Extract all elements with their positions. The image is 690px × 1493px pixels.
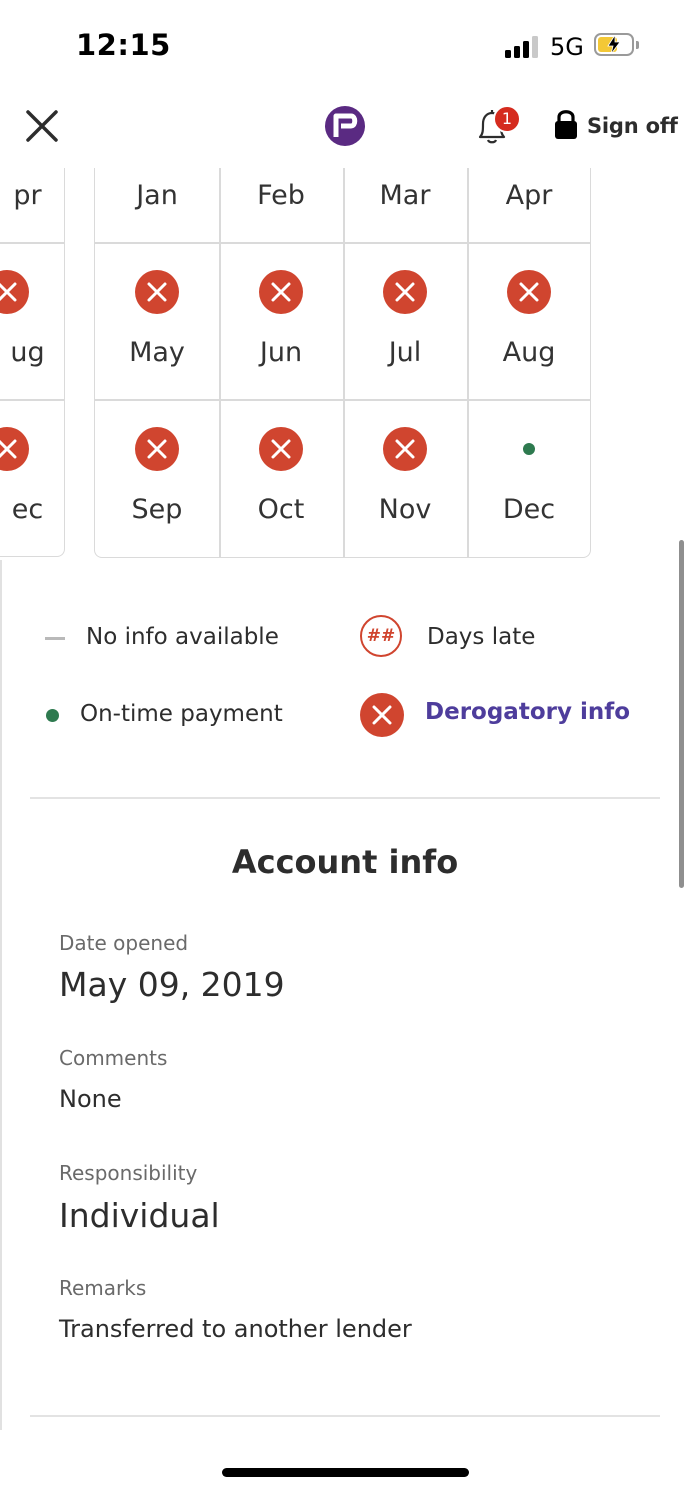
prev-cell-2: ug (0, 242, 64, 399)
sign-off-button[interactable]: Sign off (553, 108, 678, 144)
month-cell-oct: Oct (219, 399, 343, 557)
derogatory-x-icon (0, 427, 29, 471)
section-divider (30, 1415, 660, 1417)
network-type: 5G (550, 33, 584, 61)
month-cell-aug: Aug (467, 242, 590, 399)
month-label: ec (11, 494, 44, 525)
month-cell-sep: Sep (95, 399, 219, 557)
month-label: Jan (136, 180, 178, 211)
month-cell-may: May (95, 242, 219, 399)
month-label: Dec (502, 494, 556, 525)
derogatory-x-icon (0, 270, 29, 314)
account-info-title: Account info (231, 843, 459, 881)
bottom-safe-area (0, 1432, 690, 1493)
responsibility-label: Responsibility (59, 1161, 198, 1185)
close-icon[interactable] (22, 106, 62, 146)
month-cell-dec: Dec (467, 399, 590, 557)
month-label: Aug (502, 337, 556, 368)
derogatory-x-icon (135, 427, 179, 471)
no-info-dash-icon (45, 637, 65, 640)
scrollbar[interactable] (679, 540, 684, 888)
responsibility-value: Individual (59, 1196, 220, 1235)
status-time: 12:15 (76, 28, 171, 62)
month-label: Oct (257, 494, 305, 525)
sign-off-label: Sign off (587, 114, 678, 138)
month-label: Sep (131, 494, 183, 525)
prev-cell-1: pr (0, 168, 64, 242)
month-cell-jul: Jul (343, 242, 467, 399)
legend-no-info: No info available (86, 624, 279, 650)
date-opened-label: Date opened (59, 931, 189, 955)
battery-icon (594, 33, 639, 56)
month-cell-nov: Nov (343, 399, 467, 557)
brand-logo-icon (323, 104, 367, 148)
prev-cell-3: ec (0, 399, 64, 556)
on-time-dot-icon (46, 709, 59, 722)
lock-icon (553, 108, 579, 144)
derogatory-x-icon (507, 270, 551, 314)
days-late-icon: ## (360, 615, 402, 657)
derogatory-x-icon (360, 693, 404, 737)
home-indicator[interactable] (222, 1468, 469, 1477)
month-label: Jun (259, 337, 303, 368)
derogatory-x-icon (383, 270, 427, 314)
month-cell-jan: Jan (95, 168, 219, 242)
previous-year-grid: pr ug ec (0, 168, 65, 557)
remarks-label: Remarks (59, 1276, 147, 1300)
signal-strength-icon (505, 34, 539, 58)
notification-count-badge[interactable]: 1 (493, 105, 521, 133)
date-opened-value: May 09, 2019 (59, 965, 285, 1004)
status-bar: 12:15 5G (0, 0, 690, 90)
content-edge (0, 560, 2, 1430)
month-cell-jun: Jun (219, 242, 343, 399)
derogatory-x-icon (383, 427, 427, 471)
month-label: Feb (257, 180, 305, 211)
on-time-dot-icon (523, 443, 535, 455)
month-label: Jul (388, 337, 422, 368)
comments-value: None (59, 1085, 122, 1113)
month-label: May (129, 337, 185, 368)
month-cell-mar: Mar (343, 168, 467, 242)
derogatory-info-link[interactable]: Derogatory info (425, 699, 630, 725)
top-navigation-bar: 1 Sign off (0, 90, 690, 168)
derogatory-x-icon (259, 270, 303, 314)
payment-history-grid: Jan Feb Mar Apr May Jun Jul Aug Sep Oct Nov Dec (94, 168, 591, 558)
derogatory-x-icon (259, 427, 303, 471)
month-label: Apr (505, 180, 553, 211)
month-label: Nov (378, 494, 432, 525)
comments-label: Comments (59, 1046, 168, 1070)
legend-on-time: On-time payment (80, 701, 283, 727)
month-cell-feb: Feb (219, 168, 343, 242)
payment-legend: No info available ## Days late On-time p… (0, 600, 690, 760)
remarks-value: Transferred to another lender (59, 1315, 412, 1343)
month-label: Mar (379, 180, 431, 211)
section-divider (30, 797, 660, 799)
legend-days-late: Days late (427, 624, 536, 650)
month-label: pr (13, 180, 42, 211)
month-label: ug (10, 337, 45, 368)
month-cell-apr: Apr (467, 168, 590, 242)
derogatory-x-icon (135, 270, 179, 314)
